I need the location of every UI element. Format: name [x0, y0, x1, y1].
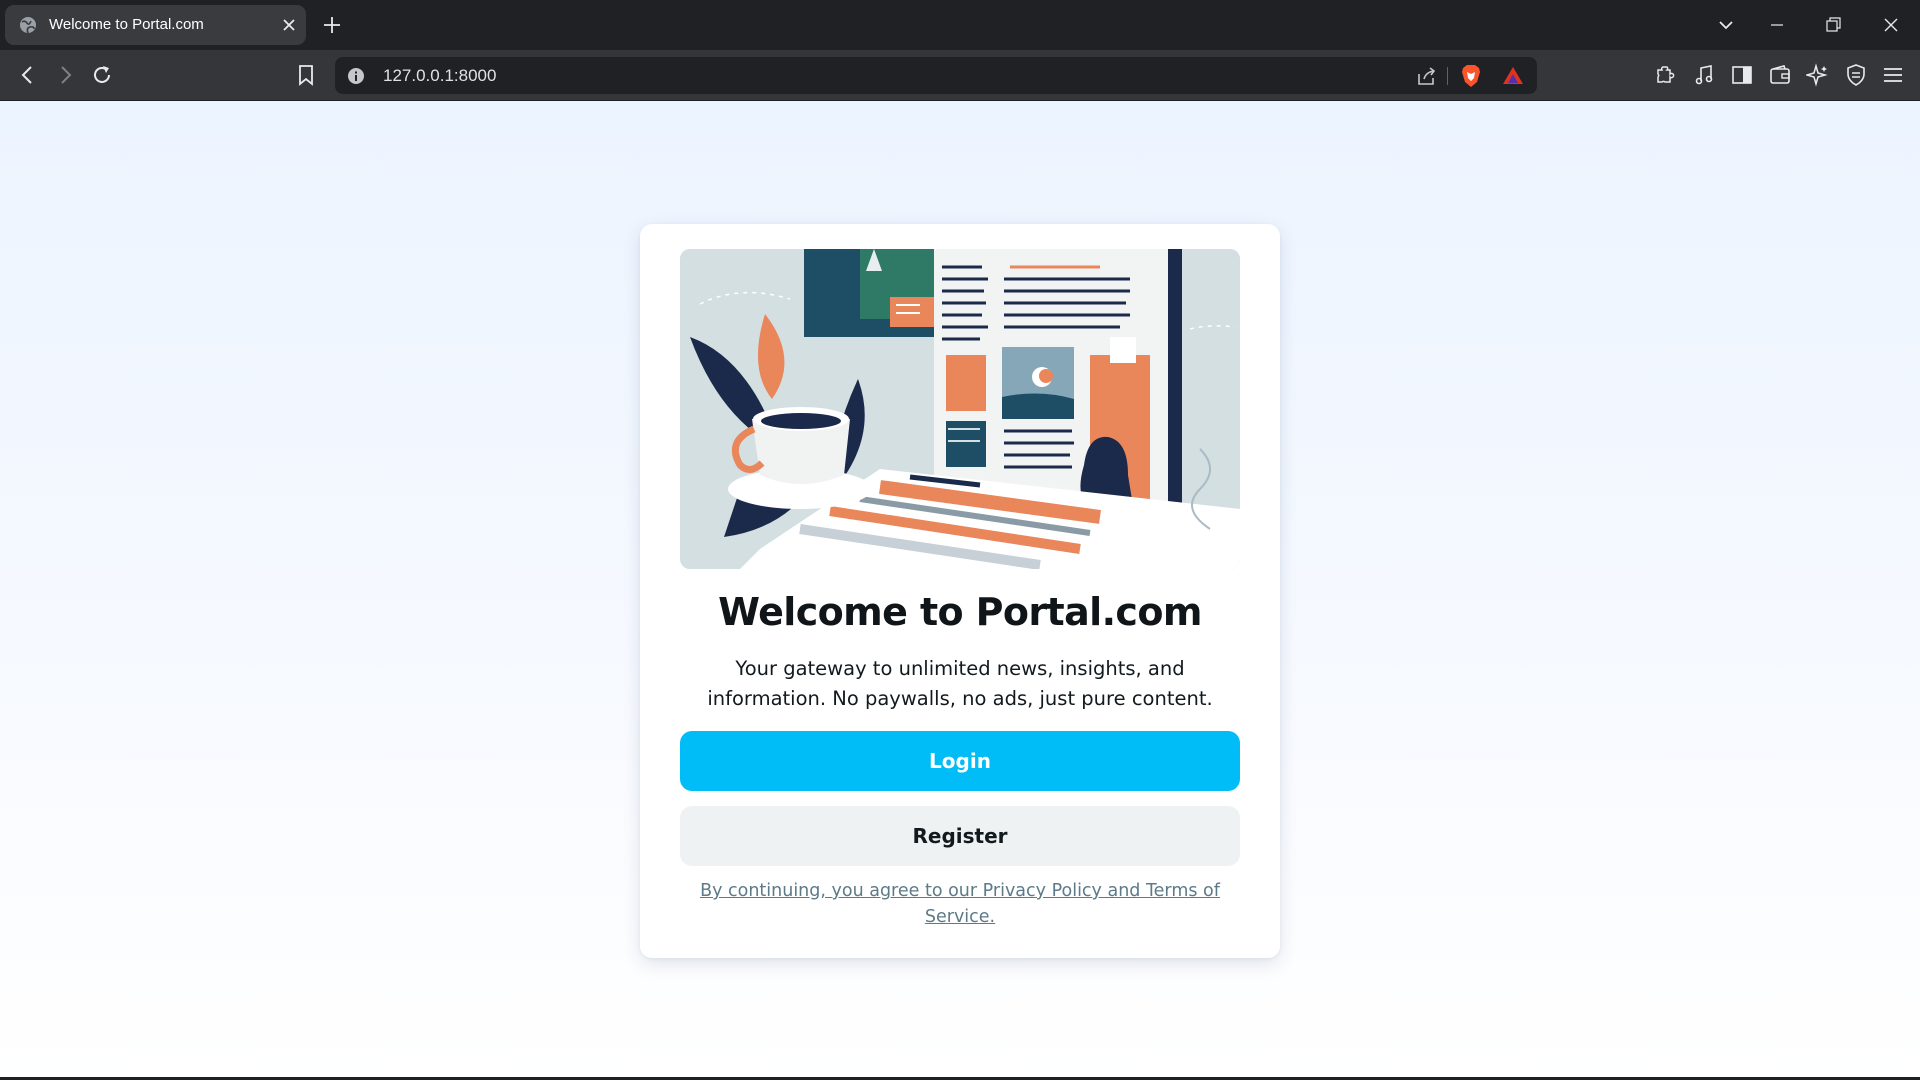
terms-link[interactable]: By continuing, you agree to our Privacy … [700, 878, 1220, 930]
register-button[interactable]: Register [680, 806, 1240, 866]
address-bar-divider [1447, 67, 1448, 85]
brave-shields-icon[interactable] [1459, 63, 1483, 89]
login-button[interactable]: Login [680, 731, 1240, 791]
brave-rewards-icon[interactable] [1501, 64, 1525, 88]
bookmark-icon[interactable] [294, 63, 318, 87]
restore-icon[interactable] [1822, 14, 1844, 36]
page-subtitle: Your gateway to unlimited news, insights… [707, 657, 1213, 710]
vpn-icon[interactable] [1844, 63, 1868, 87]
globe-icon [20, 17, 36, 34]
new-tab-icon[interactable] [322, 15, 342, 35]
address-bar[interactable]: 127.0.0.1:8000 [335, 57, 1537, 94]
hero-image [680, 249, 1240, 569]
wallet-icon[interactable] [1768, 63, 1792, 87]
browser-tab-bar: Welcome to Portal.com [0, 0, 1920, 50]
media-icon[interactable] [1692, 63, 1716, 87]
extensions-icon[interactable] [1654, 63, 1678, 87]
tab-title: Welcome to Portal.com [49, 16, 204, 33]
close-window-icon[interactable] [1880, 14, 1902, 36]
sidebar-icon[interactable] [1730, 63, 1754, 87]
browser-tab[interactable]: Welcome to Portal.com [5, 5, 306, 45]
page-title: Welcome to Portal.com [718, 590, 1202, 634]
close-tab-icon[interactable] [281, 17, 297, 33]
menu-icon[interactable] [1881, 63, 1905, 87]
back-icon[interactable] [16, 63, 40, 87]
site-info-icon[interactable] [347, 67, 365, 85]
leo-ai-icon[interactable] [1806, 63, 1830, 87]
reload-icon[interactable] [90, 63, 114, 87]
minimize-icon[interactable] [1766, 14, 1788, 36]
share-icon[interactable] [1415, 64, 1439, 88]
welcome-card: Welcome to Portal.com Your gateway to un… [640, 224, 1280, 958]
news-reading-illustration [680, 249, 1240, 569]
browser-toolbar: 127.0.0.1:8000 [0, 50, 1920, 101]
url-text[interactable]: 127.0.0.1:8000 [383, 57, 496, 94]
forward-icon[interactable] [53, 63, 77, 87]
page-background: Welcome to Portal.com Your gateway to un… [0, 101, 1920, 1080]
tab-search-icon[interactable] [1715, 14, 1737, 36]
